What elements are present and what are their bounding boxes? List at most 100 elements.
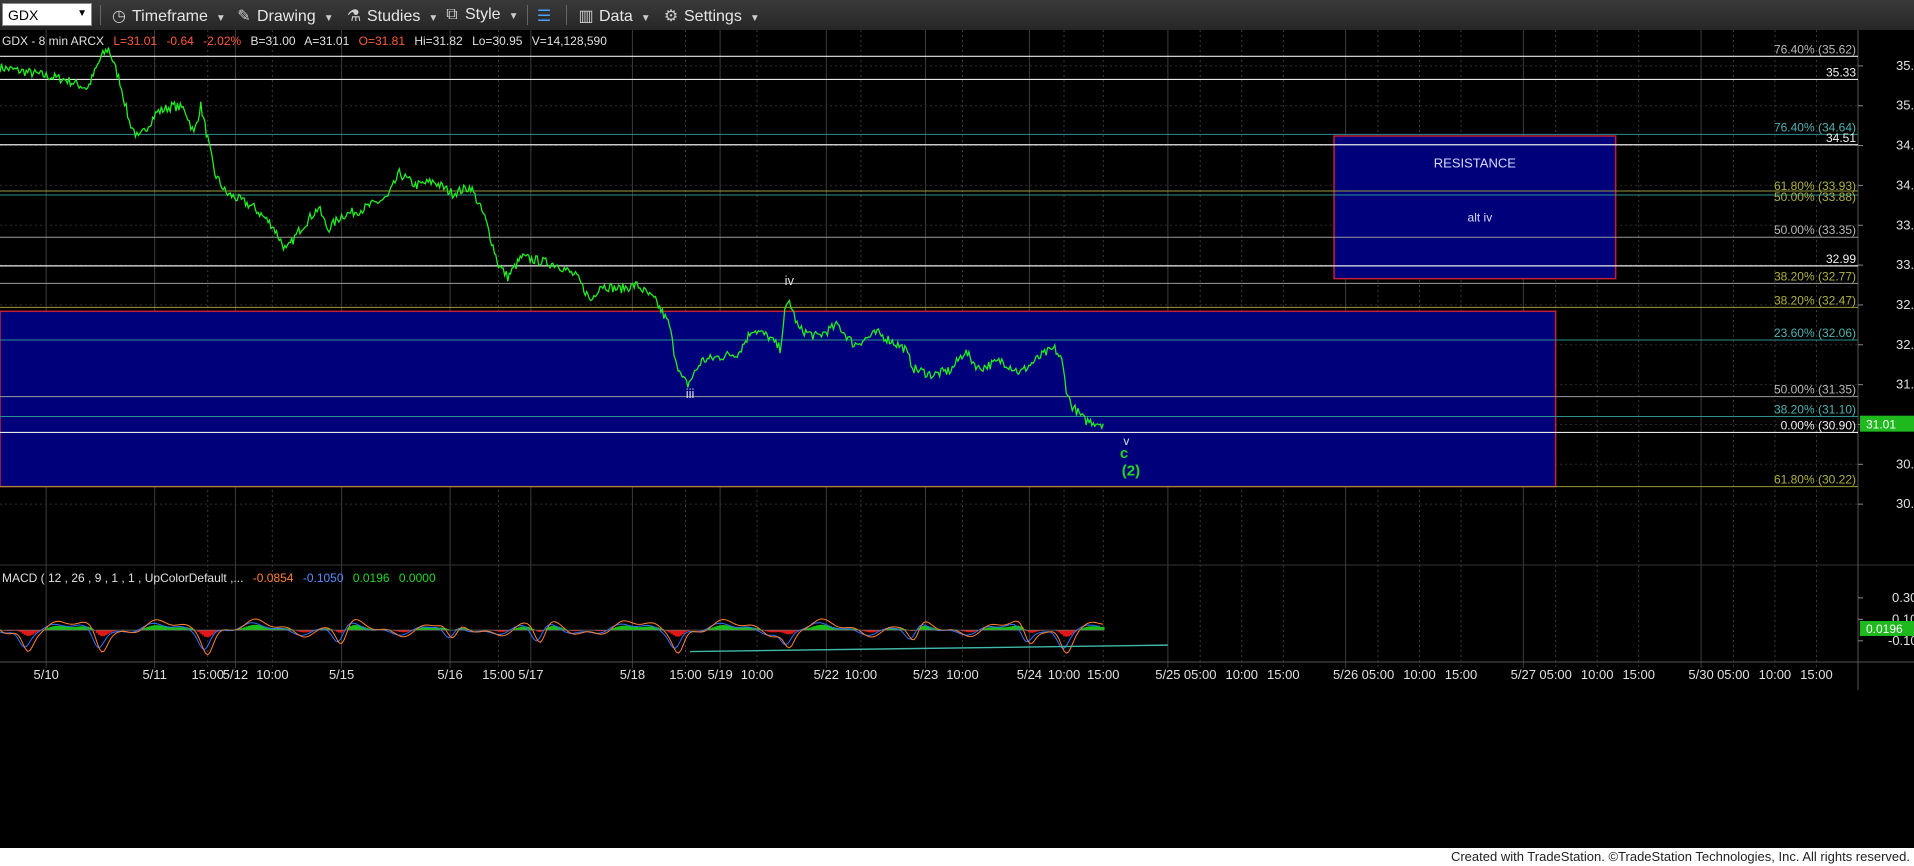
time-axis-label: 5/17	[518, 667, 543, 682]
fib-line-label: 38.20% (31.10)	[1774, 402, 1856, 416]
macd-title: MACD ( 12 , 26 , 9 , 1 , 1 , UpColorDefa…	[2, 571, 243, 585]
time-axis-label: 15:00	[482, 667, 515, 682]
macd-last-tag-label: 0.0196	[1866, 622, 1903, 636]
last-price: L=31.01	[113, 34, 157, 48]
time-axis-label: 5/27	[1511, 667, 1536, 682]
fib-line-label: 38.20% (32.77)	[1774, 269, 1856, 283]
toolbar-separator	[527, 5, 528, 25]
fib-line-label: 35.33	[1826, 65, 1856, 79]
fib-line-label: 23.60% (32.06)	[1774, 326, 1856, 340]
fib-line-label: 50.00% (31.35)	[1774, 383, 1856, 397]
fib-line-label: 34.51	[1826, 131, 1856, 145]
price-axis-label: 32.00	[1896, 337, 1914, 352]
price-axis-label: 33.00	[1896, 257, 1914, 272]
time-axis-label: 15:00	[1267, 667, 1300, 682]
symbol-info-line: GDX - 8 min ARCX L=31.01 -0.64 -2.02% B=…	[2, 34, 607, 48]
support-zone-box	[0, 310, 1557, 488]
chevron-down-icon: ▼	[428, 13, 439, 24]
chevron-down-icon: ▼	[215, 13, 226, 24]
macd-value: -0.0854	[253, 571, 294, 585]
price-axis-label: 35.50	[1896, 58, 1914, 73]
data-menu[interactable]: ▥ Data ▼	[577, 6, 650, 26]
style-label: Style	[465, 6, 501, 23]
ask-price: A=31.01	[304, 34, 349, 48]
time-axis-label: 5/22	[814, 667, 839, 682]
footer-credit: Created with TradeStation. ©TradeStation…	[1450, 849, 1910, 864]
chevron-down-icon[interactable]: ▼	[77, 8, 87, 19]
time-axis-label: 10:00	[1048, 667, 1081, 682]
alt-iv-label: alt iv	[1468, 211, 1493, 225]
price-change-pct: -2.02%	[203, 34, 241, 48]
wave-label: (2)	[1122, 462, 1140, 479]
time-axis-label: 10:00	[1403, 667, 1436, 682]
volume: V=14,128,590	[532, 34, 607, 48]
time-axis-label: 10:00	[946, 667, 979, 682]
toolbar-separator	[100, 5, 101, 25]
price-axis-label: 32.50	[1896, 297, 1914, 312]
drawing-label: Drawing	[257, 8, 316, 25]
wave-label: iv	[785, 273, 795, 288]
resistance-label: RESISTANCE	[1434, 155, 1516, 170]
fib-line-label: 76.40% (35.62)	[1774, 42, 1856, 56]
time-axis-label: 10:00	[845, 667, 878, 682]
low-price: Lo=30.95	[472, 34, 523, 48]
time-axis-label: 10:00	[256, 667, 289, 682]
price-axis-label: 35.00	[1896, 98, 1914, 113]
chevron-down-icon: ▼	[749, 13, 760, 24]
time-axis-label: 5/16	[437, 667, 462, 682]
time-axis-label: 15:00	[1087, 667, 1120, 682]
time-axis-label: 05:00	[1717, 667, 1750, 682]
time-axis-label: 5/25	[1155, 667, 1180, 682]
pencil-icon: ✎	[237, 8, 251, 25]
last-price-tag-label: 31.01	[1866, 418, 1896, 432]
time-axis-label: 10:00	[741, 667, 774, 682]
time-axis-label: 5/11	[142, 667, 166, 682]
chevron-down-icon: ▼	[323, 13, 334, 24]
price-axis-label: 30.00	[1896, 496, 1914, 511]
time-axis-label: 10:00	[1759, 667, 1792, 682]
time-axis-label: 5/15	[329, 667, 354, 682]
wave-label: c	[1120, 445, 1128, 462]
time-axis-label: 5/26	[1333, 667, 1358, 682]
time-axis-label: 5/23	[913, 667, 938, 682]
price-axis-label: 34.00	[1896, 177, 1914, 192]
time-axis-label: 05:00	[1539, 667, 1572, 682]
symbol-input[interactable]: GDX ▼	[2, 3, 92, 26]
settings-label: Settings	[684, 8, 742, 25]
time-axis-label: 10:00	[1225, 667, 1258, 682]
fib-line-label: 61.80% (30.22)	[1774, 473, 1856, 487]
wave-label: iii	[686, 386, 695, 401]
symbol-info: GDX - 8 min ARCX	[2, 34, 104, 48]
layout-icon: ☰	[536, 8, 552, 25]
timeframe-label: Timeframe	[132, 8, 208, 25]
style-menu[interactable]: ⧉ Style ▼	[443, 6, 518, 24]
price-chart[interactable]: RESISTANCEalt iv 76.40% (35.62)35.3376.4…	[0, 30, 1914, 848]
time-axis-label: 15:00	[191, 667, 224, 682]
style-icon: ⧉	[446, 6, 458, 23]
fib-line-label: 32.99	[1826, 252, 1856, 266]
fib-line-label: 50.00% (33.88)	[1774, 190, 1856, 204]
gear-icon: ⚙	[663, 8, 679, 25]
time-axis-label: 5/18	[620, 667, 645, 682]
fib-line-label: 0.00% (30.90)	[1781, 418, 1856, 432]
fib-line-label: 38.20% (32.47)	[1774, 293, 1856, 307]
layout-button[interactable]: ☰	[535, 6, 557, 26]
macd-zero-value: 0.0000	[399, 571, 436, 585]
price-axis-label: 31.50	[1896, 377, 1914, 392]
footer: Created with TradeStation. ©TradeStation…	[0, 848, 1914, 866]
time-axis-label: 05:00	[1362, 667, 1395, 682]
studies-label: Studies	[367, 8, 421, 25]
settings-menu[interactable]: ⚙ Settings ▼	[662, 6, 760, 26]
time-axis-label: 5/30	[1688, 667, 1713, 682]
time-axis-label: 5/10	[34, 667, 59, 682]
macd-signal-value: -0.1050	[303, 571, 344, 585]
time-axis-label: 15:00	[1800, 667, 1833, 682]
price-axis-label: 30.50	[1896, 456, 1914, 471]
drawing-menu[interactable]: ✎ Drawing ▼	[235, 6, 334, 26]
toolbar: GDX ▼ ◷ Timeframe ▼ ✎ Drawing ▼ ⚗ Studies ▼ ⧉ S…	[0, 0, 1914, 31]
timeframe-menu[interactable]: ◷ Timeframe ▼	[110, 6, 226, 26]
flask-icon: ⚗	[346, 8, 362, 25]
time-axis-label: 10:00	[1581, 667, 1614, 682]
studies-menu[interactable]: ⚗ Studies ▼	[345, 6, 438, 26]
time-axis-label: 15:00	[1622, 667, 1655, 682]
